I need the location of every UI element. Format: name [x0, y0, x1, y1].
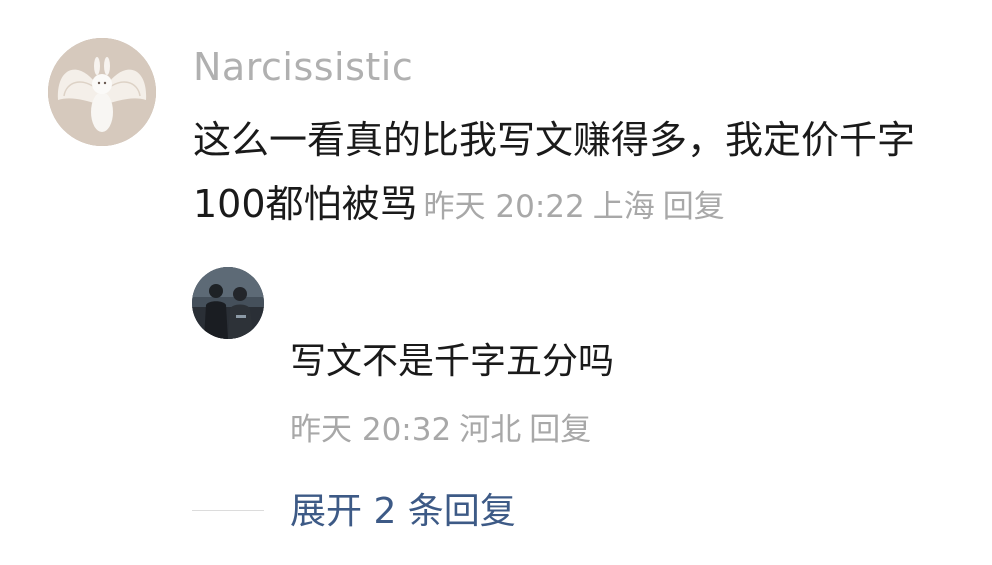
two-people-photo-icon: [192, 267, 264, 339]
comment-time: 昨天 20:22: [423, 189, 585, 225]
reply-meta: 昨天 20:32 河北 回复: [290, 408, 591, 452]
reply-reply-button[interactable]: 回复: [529, 412, 591, 448]
comment-reply-button[interactable]: 回复: [663, 189, 725, 225]
comment-location: 上海: [592, 189, 655, 225]
reply-location: 河北: [459, 412, 522, 448]
commenter-username[interactable]: Narcissistic: [193, 44, 413, 90]
comment-body: 这么一看真的比我写文赚得多，我定价千字100都怕被骂 昨天 20:22 上海 回复: [193, 108, 953, 239]
winged-rabbit-icon: [48, 38, 156, 146]
commenter-avatar[interactable]: [48, 38, 156, 146]
expand-divider: [192, 510, 264, 511]
replier-avatar[interactable]: [192, 267, 264, 339]
reply-text: 写文不是千字五分吗: [290, 341, 615, 382]
reply-time: 昨天 20:32: [290, 412, 452, 448]
expand-replies-button[interactable]: 展开 2 条回复: [290, 488, 516, 536]
comment-meta: 昨天 20:22 上海 回复: [424, 189, 725, 225]
